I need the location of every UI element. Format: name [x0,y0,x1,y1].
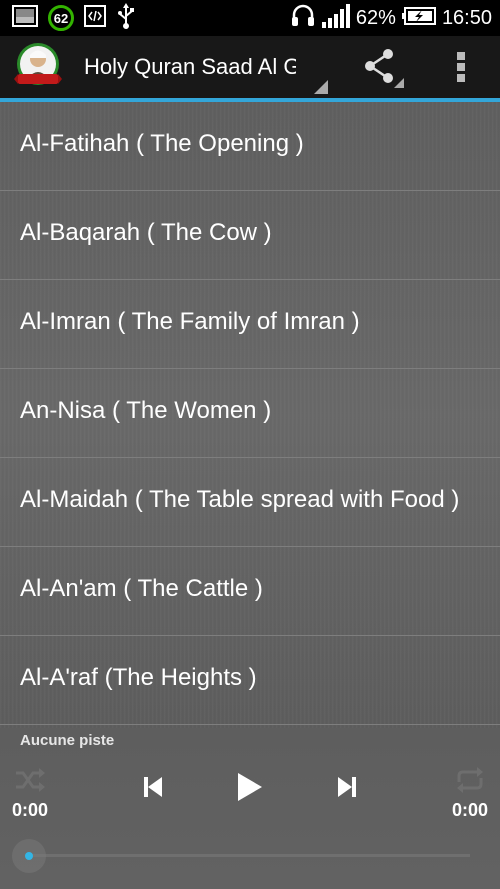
list-item[interactable]: Al-Fatihah ( The Opening ) [0,102,500,191]
list-item[interactable]: Al-Baqarah ( The Cow ) [0,191,500,280]
gallery-icon [12,4,38,32]
surah-label: Al-A'raf (The Heights ) [20,664,257,691]
list-item[interactable]: Al-Imran ( The Family of Imran ) [0,280,500,369]
total-time: 0:00 [451,800,488,820]
surah-list[interactable]: Al-Fatihah ( The Opening ) Al-Baqarah ( … [0,102,500,728]
elapsed-time: 0:00 [12,800,49,820]
audio-player: Aucune piste 0:00 0:00 [0,728,500,889]
headset-icon [290,3,316,34]
signal-icon [321,3,350,33]
app-title-spinner[interactable]: Holy Quran Saad Al Ghamdi [76,36,328,98]
previous-button[interactable] [138,772,168,802]
surah-label: Al-Imran ( The Family of Imran ) [20,308,360,335]
badge-value: 62 [53,10,69,26]
shuffle-button[interactable] [14,766,46,794]
list-item[interactable]: Al-Maidah ( The Table spread with Food ) [0,458,500,547]
clock: 16:50 [441,6,492,29]
track-name: Aucune piste [20,732,115,749]
share-corner-icon [394,78,404,88]
battery-percent: 62% [355,6,396,29]
repeat-icon [454,767,486,798]
shuffle-icon [14,768,46,798]
surah-label: Al-Fatihah ( The Opening ) [20,130,304,157]
reciter-avatar-icon[interactable] [14,42,62,90]
next-icon [332,777,362,806]
battery-saver-badge-icon: 62 [48,5,74,31]
list-item[interactable]: Al-A'raf (The Heights ) [0,636,500,725]
previous-icon [138,777,168,806]
spinner-corner-icon [314,80,328,94]
list-item[interactable]: An-Nisa ( The Women ) [0,369,500,458]
play-icon [232,773,266,808]
surah-label: An-Nisa ( The Women ) [20,397,272,424]
list-item[interactable]: Al-An'am ( The Cattle ) [0,547,500,636]
status-bar-notifications: 62 [12,2,136,34]
repeat-button[interactable] [454,766,486,794]
app-title: Holy Quran Saad Al Ghamdi [84,54,296,79]
seek-bar[interactable] [28,854,470,857]
overflow-menu-button[interactable] [444,46,478,88]
developer-icon [84,4,106,32]
play-button[interactable] [232,770,266,804]
action-bar: Holy Quran Saad Al Ghamdi [0,36,500,98]
status-bar-system: 62% 16:50 [290,3,492,34]
status-bar: 62 62% 16:50 [0,0,500,36]
seek-thumb[interactable] [12,839,46,873]
share-button[interactable] [356,44,408,90]
usb-icon [116,2,136,34]
next-button[interactable] [332,772,362,802]
battery-icon [401,6,436,30]
seek-thumb-core [25,852,33,860]
surah-label: Al-Maidah ( The Table spread with Food ) [20,486,460,513]
surah-label: Al-An'am ( The Cattle ) [20,575,263,602]
surah-label: Al-Baqarah ( The Cow ) [20,219,272,246]
